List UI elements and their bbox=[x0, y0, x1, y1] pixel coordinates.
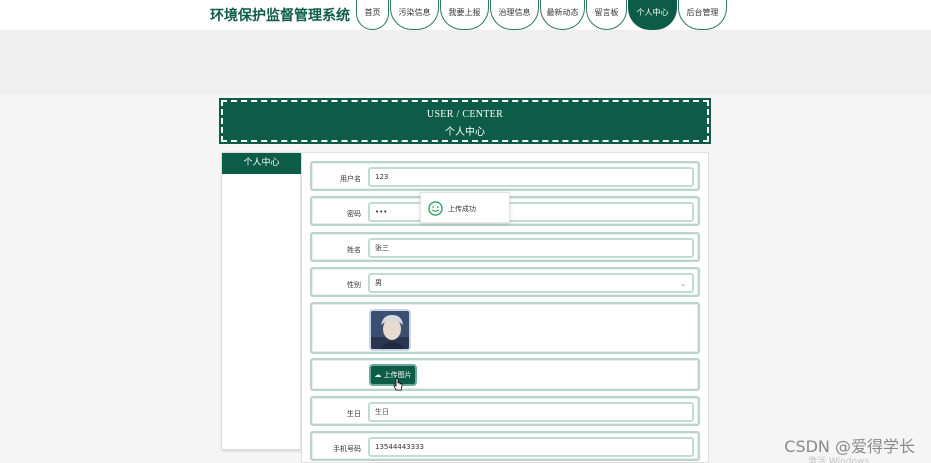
avatar-portrait bbox=[371, 311, 409, 349]
center-title-bar: USER / CENTER 个人中心 bbox=[219, 98, 711, 144]
sidebar-item-user-center[interactable]: 个人中心 bbox=[222, 153, 301, 174]
birthday-label: 生日 bbox=[347, 410, 361, 418]
name-input[interactable]: 张三 bbox=[368, 238, 694, 258]
cloud-upload-icon: ☁ bbox=[374, 371, 382, 379]
birthday-row: 生日 生日 bbox=[310, 396, 700, 426]
avatar bbox=[369, 309, 411, 351]
nav-item-admin[interactable]: 后台管理 bbox=[678, 0, 727, 30]
birthday-input[interactable]: 生日 bbox=[368, 402, 694, 422]
upload-row: ☁ 上传图片 bbox=[310, 358, 700, 391]
nav-item-home[interactable]: 首页 bbox=[356, 0, 389, 30]
smile-icon bbox=[428, 201, 443, 216]
gender-row: 性别 男 ⌄ bbox=[310, 267, 700, 297]
sidebar: 个人中心 bbox=[221, 152, 301, 450]
windows-activation-text: 激活 Windows bbox=[808, 457, 870, 463]
password-input[interactable]: ••• bbox=[368, 202, 694, 222]
top-header: 环境保护监督管理系统 首页 污染信息 我要上报 治理信息 最新动态 留言板 个人… bbox=[0, 0, 931, 30]
username-label: 用户名 bbox=[340, 175, 361, 183]
toast-message: 上传成功 bbox=[448, 205, 476, 213]
upload-success-toast: 上传成功 bbox=[420, 192, 510, 223]
nav-item-user-center[interactable]: 个人中心 bbox=[628, 0, 677, 30]
chevron-down-icon: ⌄ bbox=[680, 280, 686, 288]
phone-label: 手机号码 bbox=[333, 445, 361, 453]
nav-item-latest-news[interactable]: 最新动态 bbox=[540, 0, 585, 30]
avatar-row bbox=[310, 302, 700, 354]
name-label: 姓名 bbox=[347, 246, 361, 254]
center-title-zh: 个人中心 bbox=[445, 127, 485, 138]
banner bbox=[0, 30, 931, 95]
name-row: 姓名 张三 bbox=[310, 232, 700, 262]
nav-item-governance-info[interactable]: 治理信息 bbox=[490, 0, 539, 30]
password-label: 密码 bbox=[347, 210, 361, 218]
nav-item-message-board[interactable]: 留言板 bbox=[586, 0, 627, 30]
nav-item-report[interactable]: 我要上报 bbox=[440, 0, 489, 30]
username-row: 用户名 123 bbox=[310, 161, 700, 191]
hand-cursor-icon bbox=[393, 378, 403, 391]
phone-input[interactable]: 13544443333 bbox=[368, 437, 694, 457]
username-input[interactable]: 123 bbox=[368, 167, 694, 187]
nav-item-pollution-info[interactable]: 污染信息 bbox=[390, 0, 439, 30]
gender-select[interactable]: 男 ⌄ bbox=[368, 273, 694, 293]
center-title-en: USER / CENTER bbox=[426, 109, 504, 120]
site-title: 环境保护监督管理系统 bbox=[210, 8, 350, 24]
gender-value: 男 bbox=[375, 279, 382, 287]
phone-row: 手机号码 13544443333 bbox=[310, 431, 700, 461]
gender-label: 性别 bbox=[347, 281, 361, 289]
